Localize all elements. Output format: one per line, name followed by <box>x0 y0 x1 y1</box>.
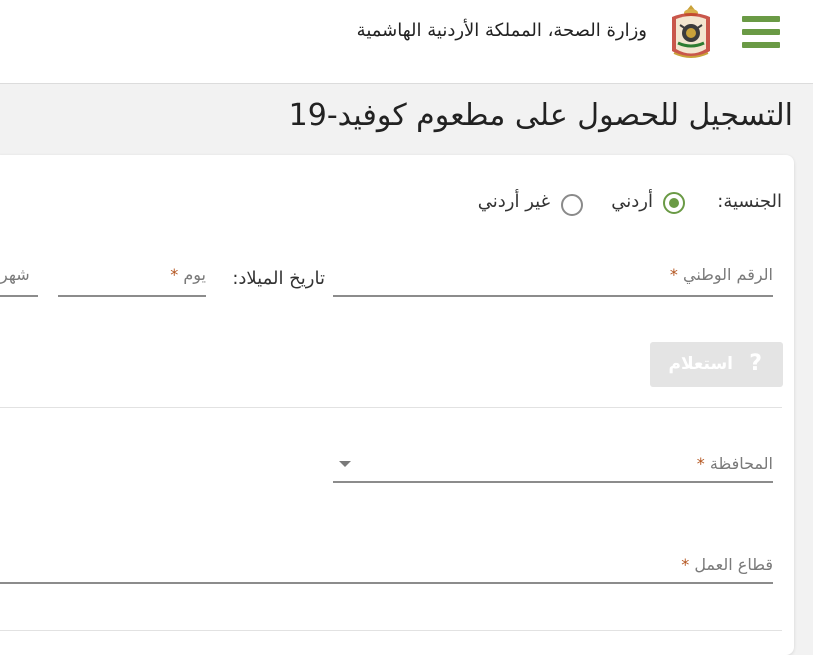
required-mark: * <box>669 265 678 284</box>
registration-form-card <box>0 155 794 655</box>
birth-day-placeholder: يوم * <box>170 265 206 284</box>
page-title: التسجيل للحصول على مطعوم كوفيد-19 <box>288 98 793 133</box>
work-sector-placeholder: قطاع العمل * <box>681 555 773 574</box>
inquiry-button[interactable]: ? استعلام <box>650 342 783 387</box>
birth-day-input[interactable] <box>58 295 206 297</box>
national-id-placeholder: الرقم الوطني * <box>669 265 773 284</box>
nationality-label: الجنسية: <box>717 191 782 212</box>
ministry-title: وزارة الصحة، المملكة الأردنية الهاشمية <box>356 20 647 41</box>
jordan-coat-of-arms-icon <box>672 5 710 58</box>
governorate-placeholder: المحافظة * <box>696 454 773 473</box>
section-divider <box>0 407 782 408</box>
national-id-input[interactable] <box>333 295 773 297</box>
question-mark-icon: ? <box>749 351 762 376</box>
birth-date-label: تاريخ الميلاد: <box>232 268 325 289</box>
hamburger-menu-icon[interactable] <box>742 16 780 48</box>
governorate-select[interactable] <box>333 481 773 483</box>
radio-non-jordanian[interactable] <box>561 194 583 216</box>
chevron-down-icon[interactable] <box>339 461 351 467</box>
inquiry-button-label: استعلام <box>668 354 733 374</box>
required-mark: * <box>681 555 690 574</box>
required-mark: * <box>696 454 705 473</box>
radio-jordanian-label[interactable]: أردني <box>611 191 653 212</box>
radio-non-jordanian-label[interactable]: غير أردني <box>478 191 550 212</box>
birth-month-placeholder: شهر <box>0 265 30 284</box>
section-divider <box>0 630 782 631</box>
top-bar: وزارة الصحة، المملكة الأردنية الهاشمية <box>0 0 813 84</box>
required-mark: * <box>170 265 179 284</box>
work-sector-input[interactable] <box>0 582 773 584</box>
birth-month-input[interactable] <box>0 295 38 297</box>
radio-jordanian[interactable] <box>663 192 685 214</box>
